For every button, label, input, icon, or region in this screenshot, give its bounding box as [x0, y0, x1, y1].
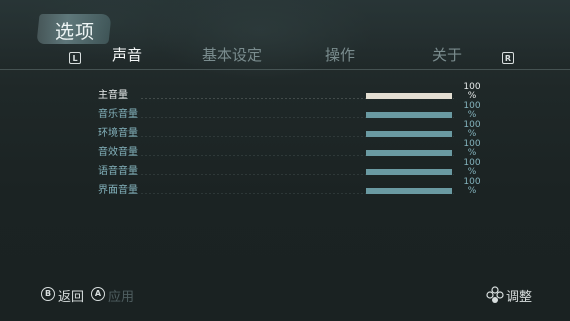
volume-slider[interactable] — [366, 93, 452, 99]
volume-slider[interactable] — [366, 169, 452, 175]
volume-row-label: 音效音量 — [98, 147, 138, 158]
volume-row[interactable]: 语音音量 100 % — [98, 159, 498, 183]
tab-basic-settings[interactable]: 基本设定 — [202, 44, 262, 65]
left-bumper-icon[interactable]: L — [69, 52, 81, 64]
page-title: 选项 — [55, 21, 96, 43]
volume-slider-fill — [366, 112, 452, 118]
tab-about[interactable]: 关于 — [432, 44, 462, 65]
right-bumper-icon[interactable]: R — [502, 52, 514, 64]
volume-value: 100 % — [463, 120, 481, 139]
header-divider — [0, 69, 570, 70]
volume-slider-fill — [366, 188, 452, 194]
a-button-icon: A — [91, 287, 105, 301]
volume-value: 100 % — [463, 101, 481, 120]
back-button[interactable]: 返回 — [58, 286, 84, 305]
volume-row[interactable]: 界面音量 100 % — [98, 178, 498, 202]
volume-slider[interactable] — [366, 150, 452, 156]
volume-slider-fill — [366, 150, 452, 156]
volume-value: 100 % — [463, 177, 481, 196]
volume-slider-fill — [366, 131, 452, 137]
volume-row[interactable]: 主音量 100 % — [98, 83, 498, 107]
apply-button[interactable]: 应用 — [108, 286, 134, 305]
b-button-icon: B — [41, 287, 55, 301]
tab-sound[interactable]: 声音 — [112, 44, 142, 65]
volume-slider[interactable] — [366, 112, 452, 118]
volume-row-label: 环境音量 — [98, 128, 138, 139]
volume-row[interactable]: 音效音量 100 % — [98, 140, 498, 164]
volume-row-label: 界面音量 — [98, 185, 138, 196]
volume-value: 100 % — [463, 139, 481, 158]
dpad-icon — [486, 286, 504, 303]
volume-slider[interactable] — [366, 131, 452, 137]
volume-row-label: 音乐音量 — [98, 109, 138, 120]
volume-row-label: 主音量 — [98, 90, 128, 101]
volume-slider-fill — [366, 169, 452, 175]
volume-row[interactable]: 环境音量 100 % — [98, 121, 498, 145]
adjust-hint: 调整 — [506, 290, 533, 305]
volume-row-label: 语音音量 — [98, 166, 138, 177]
volume-slider-fill — [366, 93, 452, 99]
volume-value: 100 % — [463, 82, 481, 101]
volume-row[interactable]: 音乐音量 100 % — [98, 102, 498, 126]
volume-slider[interactable] — [366, 188, 452, 194]
volume-value: 100 % — [463, 158, 481, 177]
tab-controls[interactable]: 操作 — [325, 44, 355, 65]
